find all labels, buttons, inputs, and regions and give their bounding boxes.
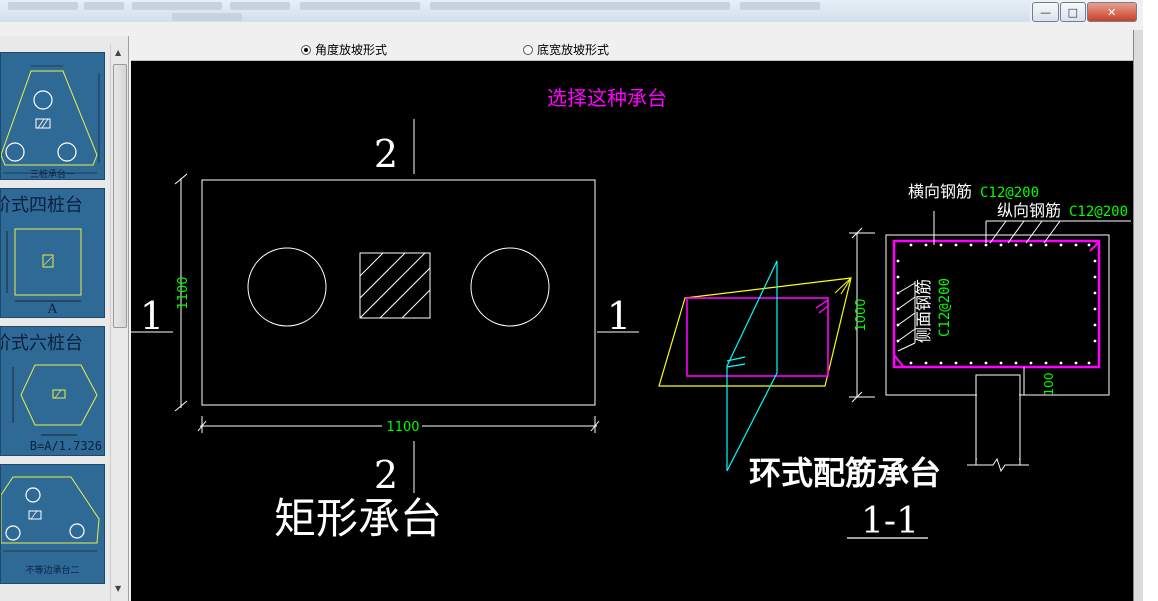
thumb-unequal[interactable]: 不等边承台二 bbox=[0, 464, 105, 584]
menu-item bbox=[8, 2, 78, 10]
thumb-three-pile[interactable]: 三桩承台一 bbox=[0, 52, 105, 180]
menu-item bbox=[230, 2, 290, 10]
menu-item bbox=[132, 2, 222, 10]
rect-cap-title: 矩形承台 bbox=[274, 494, 442, 543]
pile-right bbox=[470, 247, 550, 327]
section-mark-left: 1 bbox=[140, 294, 164, 338]
thumb-four-pile[interactable]: 阶式四桩台 A bbox=[0, 188, 105, 318]
radio-angle-slope[interactable]: 角度放坡形式 bbox=[301, 41, 387, 58]
window-controls: — □ ✕ bbox=[1032, 2, 1138, 22]
thumb-caption: 不等边承台二 bbox=[25, 566, 80, 576]
dim-cover-label: 100 bbox=[1042, 373, 1056, 396]
menu-item bbox=[172, 13, 242, 21]
dim-height-label: 1100 bbox=[176, 276, 191, 309]
ring-section-label: 1-1 bbox=[861, 501, 919, 542]
radio-selected-icon[interactable] bbox=[301, 44, 311, 55]
radio-width-slope[interactable]: 底宽放坡形式 bbox=[523, 41, 609, 58]
close-button[interactable]: ✕ bbox=[1086, 2, 1137, 22]
side-rebar-label: 侧面钢筋 bbox=[914, 279, 933, 343]
section-mark-top: 2 bbox=[374, 132, 398, 176]
thumb-six-pile[interactable]: 阶式六桩台 B=A/1.7326 bbox=[0, 326, 105, 456]
desktop-edge bbox=[1143, 0, 1158, 601]
thumb-label: A bbox=[47, 302, 58, 317]
longitudinal-rebar-spec: C12@200 bbox=[1069, 204, 1128, 220]
slope-mode-options: 角度放坡形式 底宽放坡形式 bbox=[131, 36, 1133, 61]
section-mark-bottom: 2 bbox=[374, 453, 398, 497]
three-pile-drawing bbox=[1, 65, 100, 174]
transverse-rebar-spec: C12@200 bbox=[980, 185, 1039, 201]
transverse-rebar-label: 横向钢筋 bbox=[908, 182, 972, 201]
select-prompt: 选择这种承台 bbox=[547, 86, 667, 110]
scroll-up-icon[interactable]: ▲ bbox=[115, 48, 121, 57]
dim-section-height: 1000 bbox=[854, 298, 869, 331]
foundation-cap-drawing: 选择这种承台 2 2 1 1 1100 1100 矩形承台 1000 100 横… bbox=[131, 86, 1131, 543]
scroll-down-icon[interactable]: ▼ bbox=[115, 584, 121, 593]
rect-cap-outline bbox=[201, 179, 596, 406]
scroll-thumb[interactable] bbox=[113, 64, 127, 328]
title-bar bbox=[0, 0, 1030, 22]
menu-item bbox=[300, 2, 420, 10]
longitudinal-rebar-label: 纵向钢筋 bbox=[997, 201, 1061, 220]
radio-unselected-icon[interactable] bbox=[523, 44, 533, 55]
column-hatch bbox=[359, 252, 431, 319]
radio-width-label: 底宽放坡形式 bbox=[537, 43, 610, 57]
four-pile-drawing bbox=[6, 228, 82, 302]
preview-canvas[interactable]: 选择这种承台 2 2 1 1 1100 1100 矩形承台 1000 100 横… bbox=[131, 61, 1133, 601]
section-mark-right: 1 bbox=[607, 294, 631, 338]
pile-left bbox=[247, 247, 327, 327]
minimize-button[interactable]: — bbox=[1032, 2, 1060, 22]
side-rebar-spec: C12@200 bbox=[937, 278, 953, 337]
maximize-button[interactable]: □ bbox=[1060, 2, 1086, 22]
thumb-caption: 三桩承台一 bbox=[29, 170, 75, 180]
menu-item bbox=[740, 2, 820, 10]
six-pile-drawing bbox=[12, 364, 98, 436]
menu-item bbox=[84, 2, 124, 10]
dim-width-label: 1100 bbox=[386, 420, 419, 435]
thumbnail-scrollbar[interactable]: ▲ ▼ bbox=[110, 44, 128, 601]
ring-cap-title: 环式配筋承台 bbox=[749, 454, 941, 492]
ring-bar-magenta bbox=[686, 297, 829, 377]
thumb-label: B=A/1.7326 bbox=[29, 439, 102, 453]
radio-angle-label: 角度放坡形式 bbox=[315, 43, 388, 57]
menu-item bbox=[430, 2, 730, 10]
